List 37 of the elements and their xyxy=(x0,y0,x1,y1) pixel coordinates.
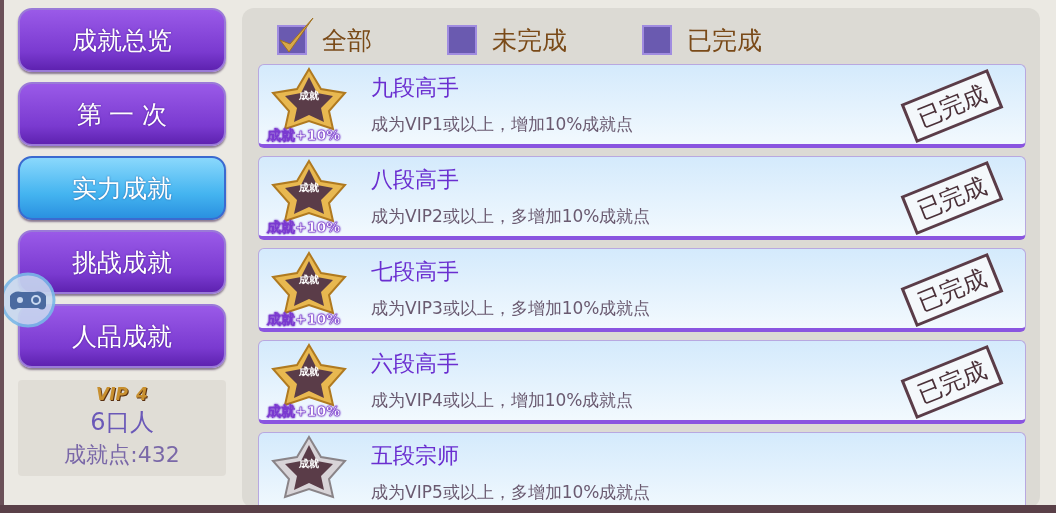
achievement-title: 六段高手 xyxy=(371,350,460,378)
medal-emblem: 成就 xyxy=(299,364,319,379)
achievement-points: 成就点:432 xyxy=(64,441,180,469)
bonus-label: 成就+10% xyxy=(267,218,341,237)
achievement-description: 成为VIP1或以上，增加10%成就点 xyxy=(371,113,634,136)
completed-stamp: 已完成 xyxy=(900,160,1004,236)
filter-label[interactable]: 全部 xyxy=(322,23,372,57)
achievement-title: 七段高手 xyxy=(371,258,460,286)
bonus-label: 成就+10% xyxy=(267,126,341,145)
medal-emblem: 成就 xyxy=(299,180,319,195)
achievement-description: 成为VIP2或以上，多增加10%成就点 xyxy=(371,205,651,228)
achievement-title: 五段宗师 xyxy=(371,442,460,470)
category-tab[interactable]: 人品成就 xyxy=(18,304,226,368)
achievement-title: 九段高手 xyxy=(371,74,460,102)
medal-emblem: 成就 xyxy=(299,456,319,471)
completed-stamp: 已完成 xyxy=(900,252,1004,328)
achievement-description: 成为VIP3或以上，多增加10%成就点 xyxy=(371,297,651,320)
category-tab[interactable]: 成就总览 xyxy=(18,8,226,72)
filter-label[interactable]: 已完成 xyxy=(687,23,762,57)
completed-stamp: 已完成 xyxy=(900,344,1004,420)
achievement-description: 成为VIP5或以上，多增加10%成就点 xyxy=(371,481,651,504)
checked-checkbox[interactable] xyxy=(276,16,314,56)
star-medal-icon xyxy=(269,434,349,499)
filter-label[interactable]: 未完成 xyxy=(492,23,567,57)
player-name: 6口人 xyxy=(90,407,154,438)
category-tab[interactable]: 第 一 次 xyxy=(18,82,226,146)
bonus-label: 成就+10% xyxy=(267,402,341,421)
completed-stamp: 已完成 xyxy=(900,68,1004,144)
medal-emblem: 成就 xyxy=(299,88,319,103)
vip-label: VIP xyxy=(96,384,129,404)
vip-level: 4 xyxy=(136,384,148,404)
achievement-description: 成为VIP4或以上，增加10%成就点 xyxy=(371,389,634,412)
medal-emblem: 成就 xyxy=(299,272,319,287)
category-tab[interactable]: 挑战成就 xyxy=(18,230,226,294)
achievement-title: 八段高手 xyxy=(371,166,460,194)
bonus-label: 成就+10% xyxy=(267,310,341,329)
gamepad-icon[interactable] xyxy=(4,272,56,328)
